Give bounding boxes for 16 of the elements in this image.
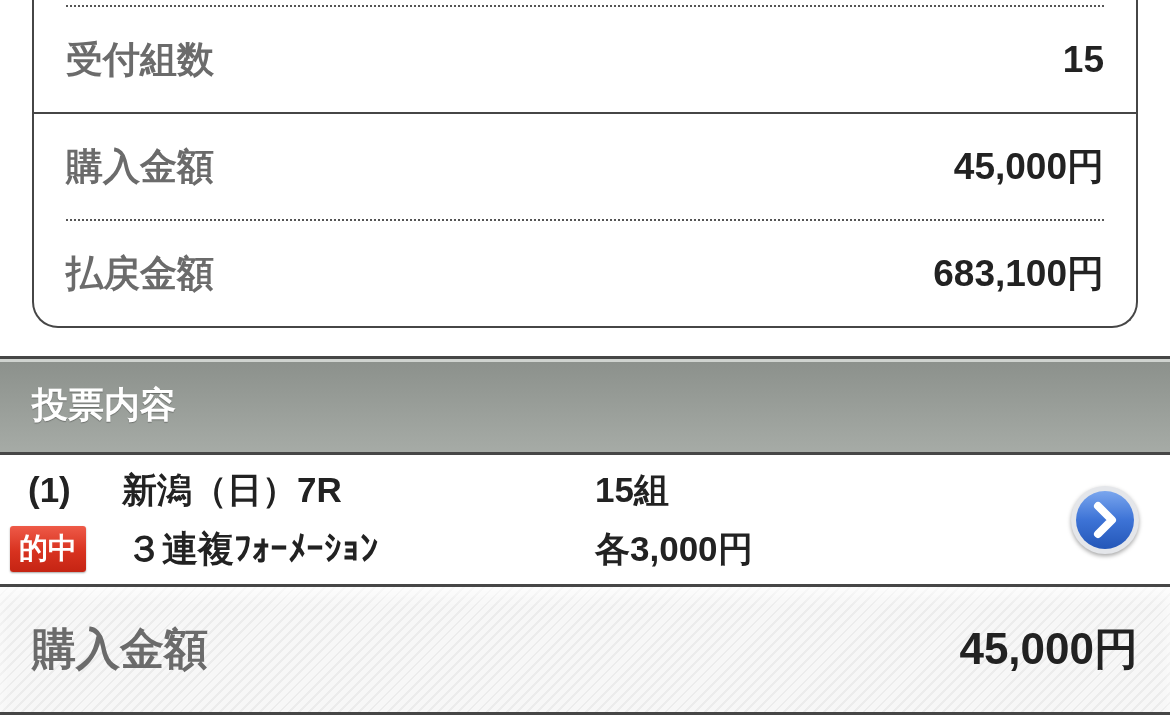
row-value: 45,000円 — [953, 144, 1104, 189]
stake-amount: 各3,000円 — [595, 527, 754, 570]
chevron-right-icon[interactable] — [1070, 484, 1140, 555]
hit-badge: 的中 — [10, 526, 86, 572]
bet-type: ３連複ﾌｫｰﾒｰｼｮﾝ — [125, 526, 379, 571]
row-value: 683,100円 — [933, 251, 1104, 296]
section-title: 投票内容 — [32, 383, 176, 427]
row-label: 払戻金額 — [66, 251, 214, 296]
row-label: 購入金額 — [66, 144, 214, 189]
total-value: 45,000円 — [959, 623, 1138, 675]
total-label: 購入金額 — [32, 623, 208, 675]
race-name: 新潟（日）7R — [122, 468, 343, 511]
bet-number: (1) — [27, 470, 72, 510]
combination-count: 15組 — [595, 468, 670, 511]
row-value: 15 — [1062, 38, 1104, 81]
row-label: 受付組数 — [66, 37, 214, 82]
